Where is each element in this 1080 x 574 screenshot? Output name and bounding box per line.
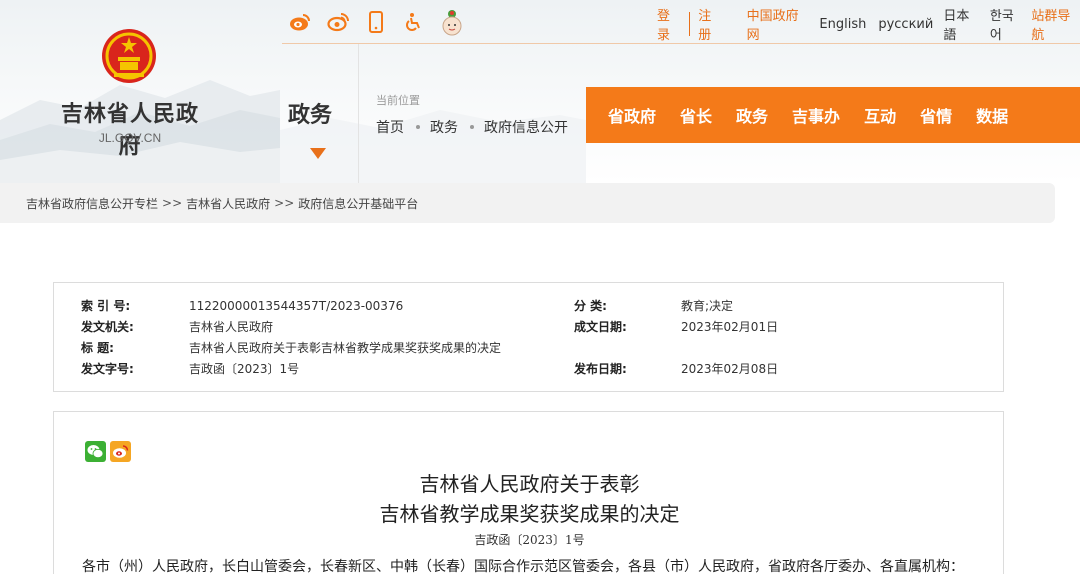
position-crumb-channel[interactable]: 政务 [430,117,458,137]
breadcrumb-item[interactable]: 吉林省人民政府 [186,195,270,212]
japanese-link[interactable]: 日本語 [943,5,979,43]
site-group-nav-link[interactable]: 站群导航 [1031,5,1080,43]
breadcrumb-item[interactable]: 政府信息公开基础平台 [298,195,418,212]
crumb-dot-icon [416,125,420,129]
main-nav: 省政府 省长 政务 吉事办 互动 省情 数据 [586,87,1080,143]
info-row: 标 题: 吉林省人民政府关于表彰吉林省教学成果奖获奖成果的决定 [54,339,1004,357]
nav-item-governor[interactable]: 省长 [680,103,712,127]
breadcrumb-separator: >> [162,196,183,210]
position-crumb-section[interactable]: 政府信息公开 [484,117,568,137]
header-divider [358,44,359,184]
title-value: 吉林省人民政府关于表彰吉林省教学成果奖获奖成果的决定 [189,341,502,355]
china-gov-link[interactable]: 中国政府网 [747,5,808,43]
document-number: 吉政函〔2023〕1号 [474,533,585,547]
title-label: 标 题: [81,341,114,355]
korean-link[interactable]: 한국어 [990,5,1024,43]
breadcrumb-item[interactable]: 吉林省政府信息公开专栏 [26,195,158,212]
publish-date-value: 2023年02月08日 [681,362,779,376]
accessibility-icon[interactable] [402,10,426,34]
doc-no-label: 发文字号: [81,362,134,376]
position-label: 当前位置 [376,94,420,107]
top-links: 登录 注册 中国政府网 English русский 日本語 한국어 站群导航 [657,9,1080,43]
info-row: 发文字号: 吉政函〔2023〕1号 发布日期: 2023年02月08日 [54,360,1004,378]
national-emblem-icon [100,27,158,85]
site-name[interactable]: 吉林省人民政府 [50,96,210,160]
nav-item-data[interactable]: 数据 [976,103,1008,127]
login-link[interactable]: 登录 [657,5,681,43]
index-no-label: 索 引 号: [81,299,131,313]
category-value: 教育;决定 [681,299,734,313]
nav-item-interaction[interactable]: 互动 [864,103,896,127]
channel-title: 政务 [288,103,333,128]
index-no-value: 11220000013544357T/2023-00376 [189,299,404,313]
document-title-line2: 吉林省教学成果奖获奖成果的决定 [379,502,680,526]
wechat-icon[interactable] [85,441,106,462]
document-content: 吉林省人民政府关于表彰 吉林省教学成果奖获奖成果的决定 吉政函〔2023〕1号 … [53,411,1004,574]
register-link[interactable]: 注册 [698,5,722,43]
nav-item-services[interactable]: 吉事办 [792,103,840,127]
weibo-icon[interactable] [110,441,131,462]
info-row: 索 引 号: 11220000013544357T/2023-00376 分 类… [54,297,1004,315]
issuer-value: 吉林省人民政府 [189,320,274,334]
info-row: 发文机关: 吉林省人民政府 成文日期: 2023年02月01日 [54,318,1004,336]
weibo-icon[interactable] [288,10,312,34]
top-bar-divider [282,43,1080,44]
english-link[interactable]: English [819,17,866,32]
breadcrumb: 吉林省政府信息公开专栏 >> 吉林省人民政府 >> 政府信息公开基础平台 [0,183,1055,223]
document-info-table: 索 引 号: 11220000013544357T/2023-00376 分 类… [53,282,1004,392]
share-bar [85,441,135,462]
weibo-alt-icon[interactable] [326,10,350,34]
breadcrumb-separator: >> [274,196,295,210]
category-label: 分 类: [574,299,607,313]
channel-caret-icon [310,148,326,159]
written-date-label: 成文日期: [574,320,627,334]
mascot-icon[interactable] [440,10,464,36]
position-crumb-home[interactable]: 首页 [376,117,404,137]
document-body-text: 各市（州）人民政府，长白山管委会，长春新区、中韩（长春）国际合作示范区管委会，各… [82,559,964,574]
document-title-line1: 吉林省人民政府关于表彰 [419,472,640,496]
nav-item-government-affairs[interactable]: 政务 [736,103,768,127]
nav-item-province-gov[interactable]: 省政府 [608,103,656,127]
position-breadcrumb: 首页 政务 政府信息公开 [376,117,568,137]
crumb-dot-icon [470,125,474,129]
mobile-icon[interactable] [364,10,388,34]
nav-item-province-info[interactable]: 省情 [920,103,952,127]
issuer-label: 发文机关: [81,320,134,334]
link-divider [689,12,691,36]
russian-link[interactable]: русский [878,17,933,32]
written-date-value: 2023年02月01日 [681,320,779,334]
publish-date-label: 发布日期: [574,362,627,376]
top-icon-bar [288,8,478,36]
site-domain: JL.GOV.CN [98,131,162,145]
doc-no-value: 吉政函〔2023〕1号 [189,362,300,376]
